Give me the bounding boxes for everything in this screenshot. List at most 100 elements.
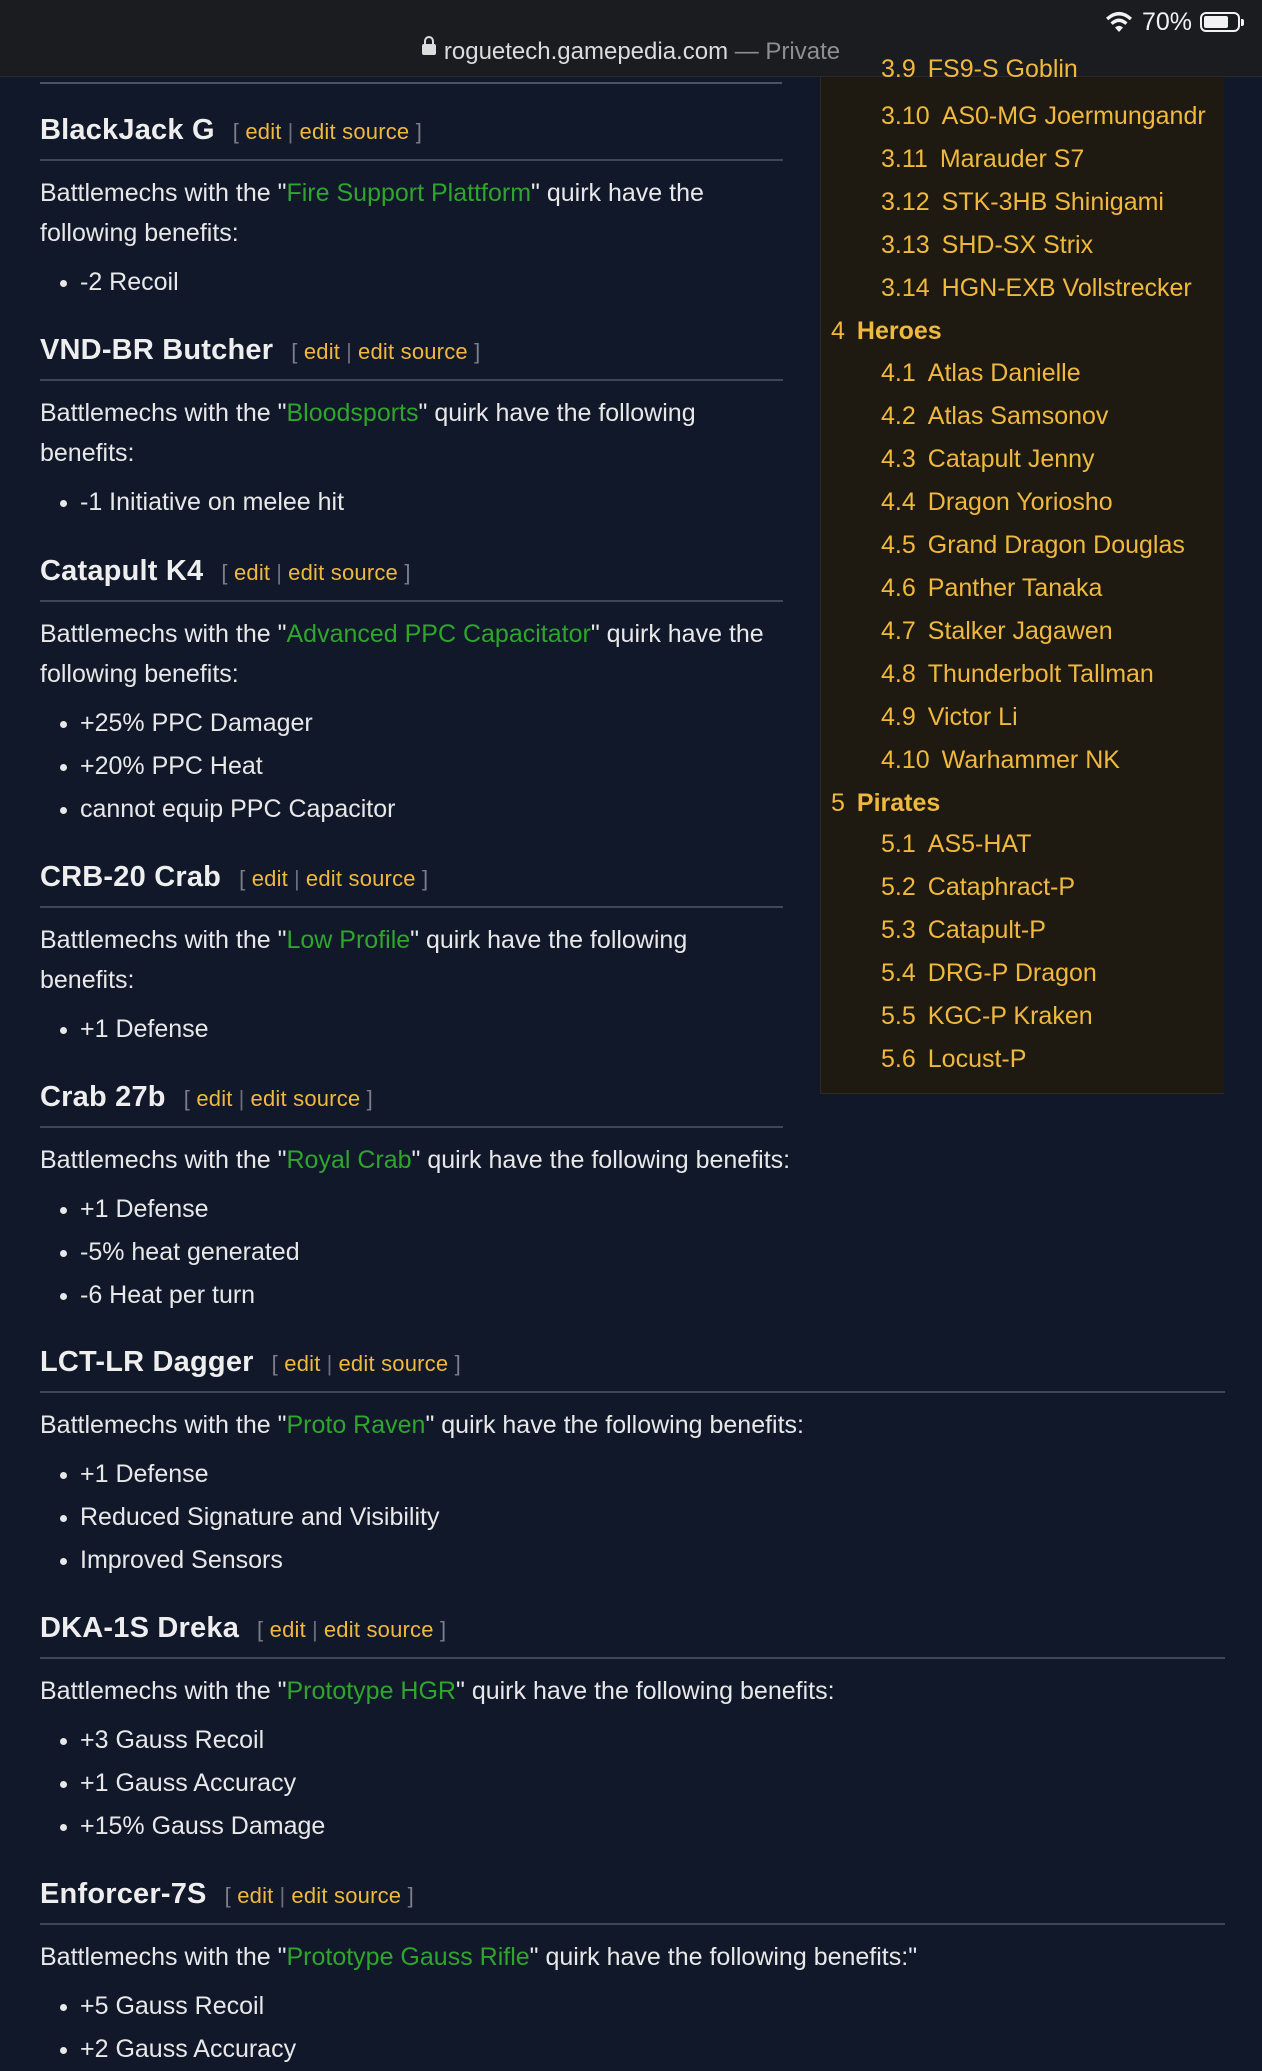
toc-item[interactable]: 3.14 HGN-EXB Vollstrecker <box>881 274 1192 303</box>
toc-item[interactable]: 4.2 Atlas Samsonov <box>881 402 1108 431</box>
edit-link[interactable]: edit <box>196 1086 232 1111</box>
toc-item[interactable]: 4.5 Grand Dragon Douglas <box>881 531 1185 560</box>
list-item: +1 Gauss Accuracy <box>40 1762 1225 1805</box>
edit-link[interactable]: edit <box>237 1883 273 1908</box>
section-paragraph: Battlemechs with the "Royal Crab" quirk … <box>40 1146 791 1174</box>
toc-item[interactable]: 4.9 Victor Li <box>881 703 1018 732</box>
section-paragraph: Battlemechs with the "Fire Support Platt… <box>40 179 704 247</box>
article-section: DKA-1S Dreka [ edit | edit source ] Battlem… <box>40 1612 1225 1848</box>
section-paragraph: Battlemechs with the "Bloodsports" quirk… <box>40 399 696 467</box>
toc-item[interactable]: 4.3 Catapult Jenny <box>881 445 1095 474</box>
edit-section-links: [ edit | edit source ] <box>224 1883 414 1908</box>
toc-item[interactable]: 4.10 Warhammer NK <box>881 746 1120 775</box>
section-title: Enforcer-7S <box>40 1878 207 1910</box>
list-item: Improved Sensors <box>40 1539 1225 1582</box>
section-heading: DKA-1S Dreka [ edit | edit source ] <box>40 1612 1225 1659</box>
edit-link[interactable]: edit <box>252 866 288 891</box>
section-heading: Catapult K4 [ edit | edit source ] <box>40 555 783 602</box>
toc-item[interactable]: 3.13 SHD-SX Strix <box>881 231 1093 260</box>
wifi-icon <box>1105 11 1132 32</box>
article-section: BlackJack G [ edit | edit source ] Battleme… <box>40 114 783 304</box>
article-section: Catapult K4 [ edit | edit source ] Battleme… <box>40 555 783 831</box>
edit-section-links: [ edit | edit source ] <box>232 119 422 144</box>
section-paragraph: Battlemechs with the "Prototype HGR" qui… <box>40 1677 835 1705</box>
edit-link[interactable]: edit <box>270 1617 306 1642</box>
toc-item[interactable]: 5.2 Cataphract-P <box>881 873 1075 902</box>
benefit-list: -2 Recoil <box>40 261 783 304</box>
edit-section-links: [ edit | edit source ] <box>291 339 481 364</box>
edit-link[interactable]: edit <box>284 1351 320 1376</box>
list-item: +5 Gauss Recoil <box>40 1985 1225 2028</box>
section-heading: LCT-LR Dagger [ edit | edit source ] <box>40 1346 1225 1393</box>
benefit-list: +1 Defense <box>40 1008 783 1051</box>
edit-source-link[interactable]: edit source <box>306 866 416 891</box>
edit-link[interactable]: edit <box>245 119 281 144</box>
list-item: +1 Defense <box>40 1188 783 1231</box>
edit-source-link[interactable]: edit source <box>339 1351 449 1376</box>
quirk-link[interactable]: Fire Support Plattform <box>286 179 531 207</box>
edit-source-link[interactable]: edit source <box>288 560 398 585</box>
edit-source-link[interactable]: edit source <box>251 1086 361 1111</box>
edit-section-links: [ edit | edit source ] <box>271 1351 461 1376</box>
section-title: VND-BR Butcher <box>40 334 274 366</box>
toc-item[interactable]: 4.6 Panther Tanaka <box>881 574 1102 603</box>
toc-item[interactable]: 3.9 FS9-S Goblin <box>881 55 1078 84</box>
edit-section-links: [ edit | edit source ] <box>257 1617 447 1642</box>
quirk-link[interactable]: Prototype HGR <box>286 1677 456 1705</box>
toc-item[interactable]: 3.11 Marauder S7 <box>881 145 1084 174</box>
list-item: -5% heat generated <box>40 1231 783 1274</box>
quirk-link[interactable]: Proto Raven <box>286 1411 425 1439</box>
section-title: DKA-1S Dreka <box>40 1612 240 1644</box>
toc-section-heroes[interactable]: 4 Heroes <box>831 317 942 346</box>
edit-link[interactable]: edit <box>304 339 340 364</box>
quirk-link[interactable]: Advanced PPC Capacitator <box>286 620 590 648</box>
toc-item[interactable]: 5.1 AS5-HAT <box>881 830 1032 859</box>
list-item: cannot equip PPC Capacitor <box>40 788 783 831</box>
battery-percent: 70% <box>1141 7 1192 36</box>
edit-source-link[interactable]: edit source <box>300 119 410 144</box>
list-item: +25% PPC Damager <box>40 702 783 745</box>
toc-item[interactable]: 4.7 Stalker Jagawen <box>881 617 1113 646</box>
benefit-list: +5 Gauss Recoil +2 Gauss Accuracy <box>40 1985 1225 2071</box>
table-of-contents: 3.9 FS9-S Goblin 3.10 AS0-MG Joermungandr … <box>820 55 1224 1094</box>
toc-section-pirates[interactable]: 5 Pirates <box>831 789 940 818</box>
list-item: +3 Gauss Recoil <box>40 1719 1225 1762</box>
quirk-link[interactable]: Royal Crab <box>286 1146 411 1174</box>
list-item: -6 Heat per turn <box>40 1274 783 1317</box>
quirk-link[interactable]: Bloodsports <box>286 399 418 427</box>
toc-item[interactable]: 5.3 Catapult-P <box>881 916 1046 945</box>
list-item: +2 Gauss Accuracy <box>40 2028 1225 2071</box>
section-heading: CRB-20 Crab [ edit | edit source ] <box>40 861 783 908</box>
quirk-link[interactable]: Prototype Gauss Rifle <box>286 1943 529 1971</box>
toc-item[interactable]: 4.1 Atlas Danielle <box>881 359 1081 388</box>
toc-item[interactable]: 3.10 AS0-MG Joermungandr <box>881 102 1206 131</box>
section-paragraph: Battlemechs with the "Advanced PPC Capac… <box>40 620 764 688</box>
edit-source-link[interactable]: edit source <box>358 339 468 364</box>
section-heading: Crab 27b [ edit | edit source ] <box>40 1081 783 1128</box>
benefit-list: +1 Defense -5% heat generated -6 Heat pe… <box>40 1188 783 1317</box>
edit-section-links: [ edit | edit source ] <box>221 560 411 585</box>
toc-item[interactable]: 5.6 Locust-P <box>881 1045 1026 1074</box>
url-domain: roguetech.gamepedia.com <box>443 38 729 65</box>
list-item: Reduced Signature and Visibility <box>40 1496 1225 1539</box>
section-title: BlackJack G <box>40 114 215 146</box>
toc-item[interactable]: 4.4 Dragon Yoriosho <box>881 488 1113 517</box>
toc-item[interactable]: 4.8 Thunderbolt Tallman <box>881 660 1154 689</box>
section-divider <box>40 82 782 84</box>
section-paragraph: Battlemechs with the "Prototype Gauss Ri… <box>40 1943 918 1971</box>
section-title: CRB-20 Crab <box>40 861 222 893</box>
section-title: Crab 27b <box>40 1081 166 1113</box>
quirk-link[interactable]: Low Profile <box>286 926 410 954</box>
toc-item[interactable]: 5.4 DRG-P Dragon <box>881 959 1097 988</box>
toc-item[interactable]: 5.5 KGC-P Kraken <box>881 1002 1093 1031</box>
edit-section-links: [ edit | edit source ] <box>239 866 429 891</box>
article-section: CRB-20 Crab [ edit | edit source ] Battleme… <box>40 861 783 1051</box>
section-paragraph: Battlemechs with the "Low Profile" quirk… <box>40 926 688 994</box>
edit-source-link[interactable]: edit source <box>324 1617 434 1642</box>
benefit-list: +25% PPC Damager +20% PPC Heat cannot eq… <box>40 702 783 831</box>
edit-link[interactable]: edit <box>234 560 270 585</box>
toc-item[interactable]: 3.12 STK-3HB Shinigami <box>881 188 1164 217</box>
lock-icon <box>421 36 436 56</box>
battery-icon <box>1200 12 1244 32</box>
edit-source-link[interactable]: edit source <box>291 1883 401 1908</box>
